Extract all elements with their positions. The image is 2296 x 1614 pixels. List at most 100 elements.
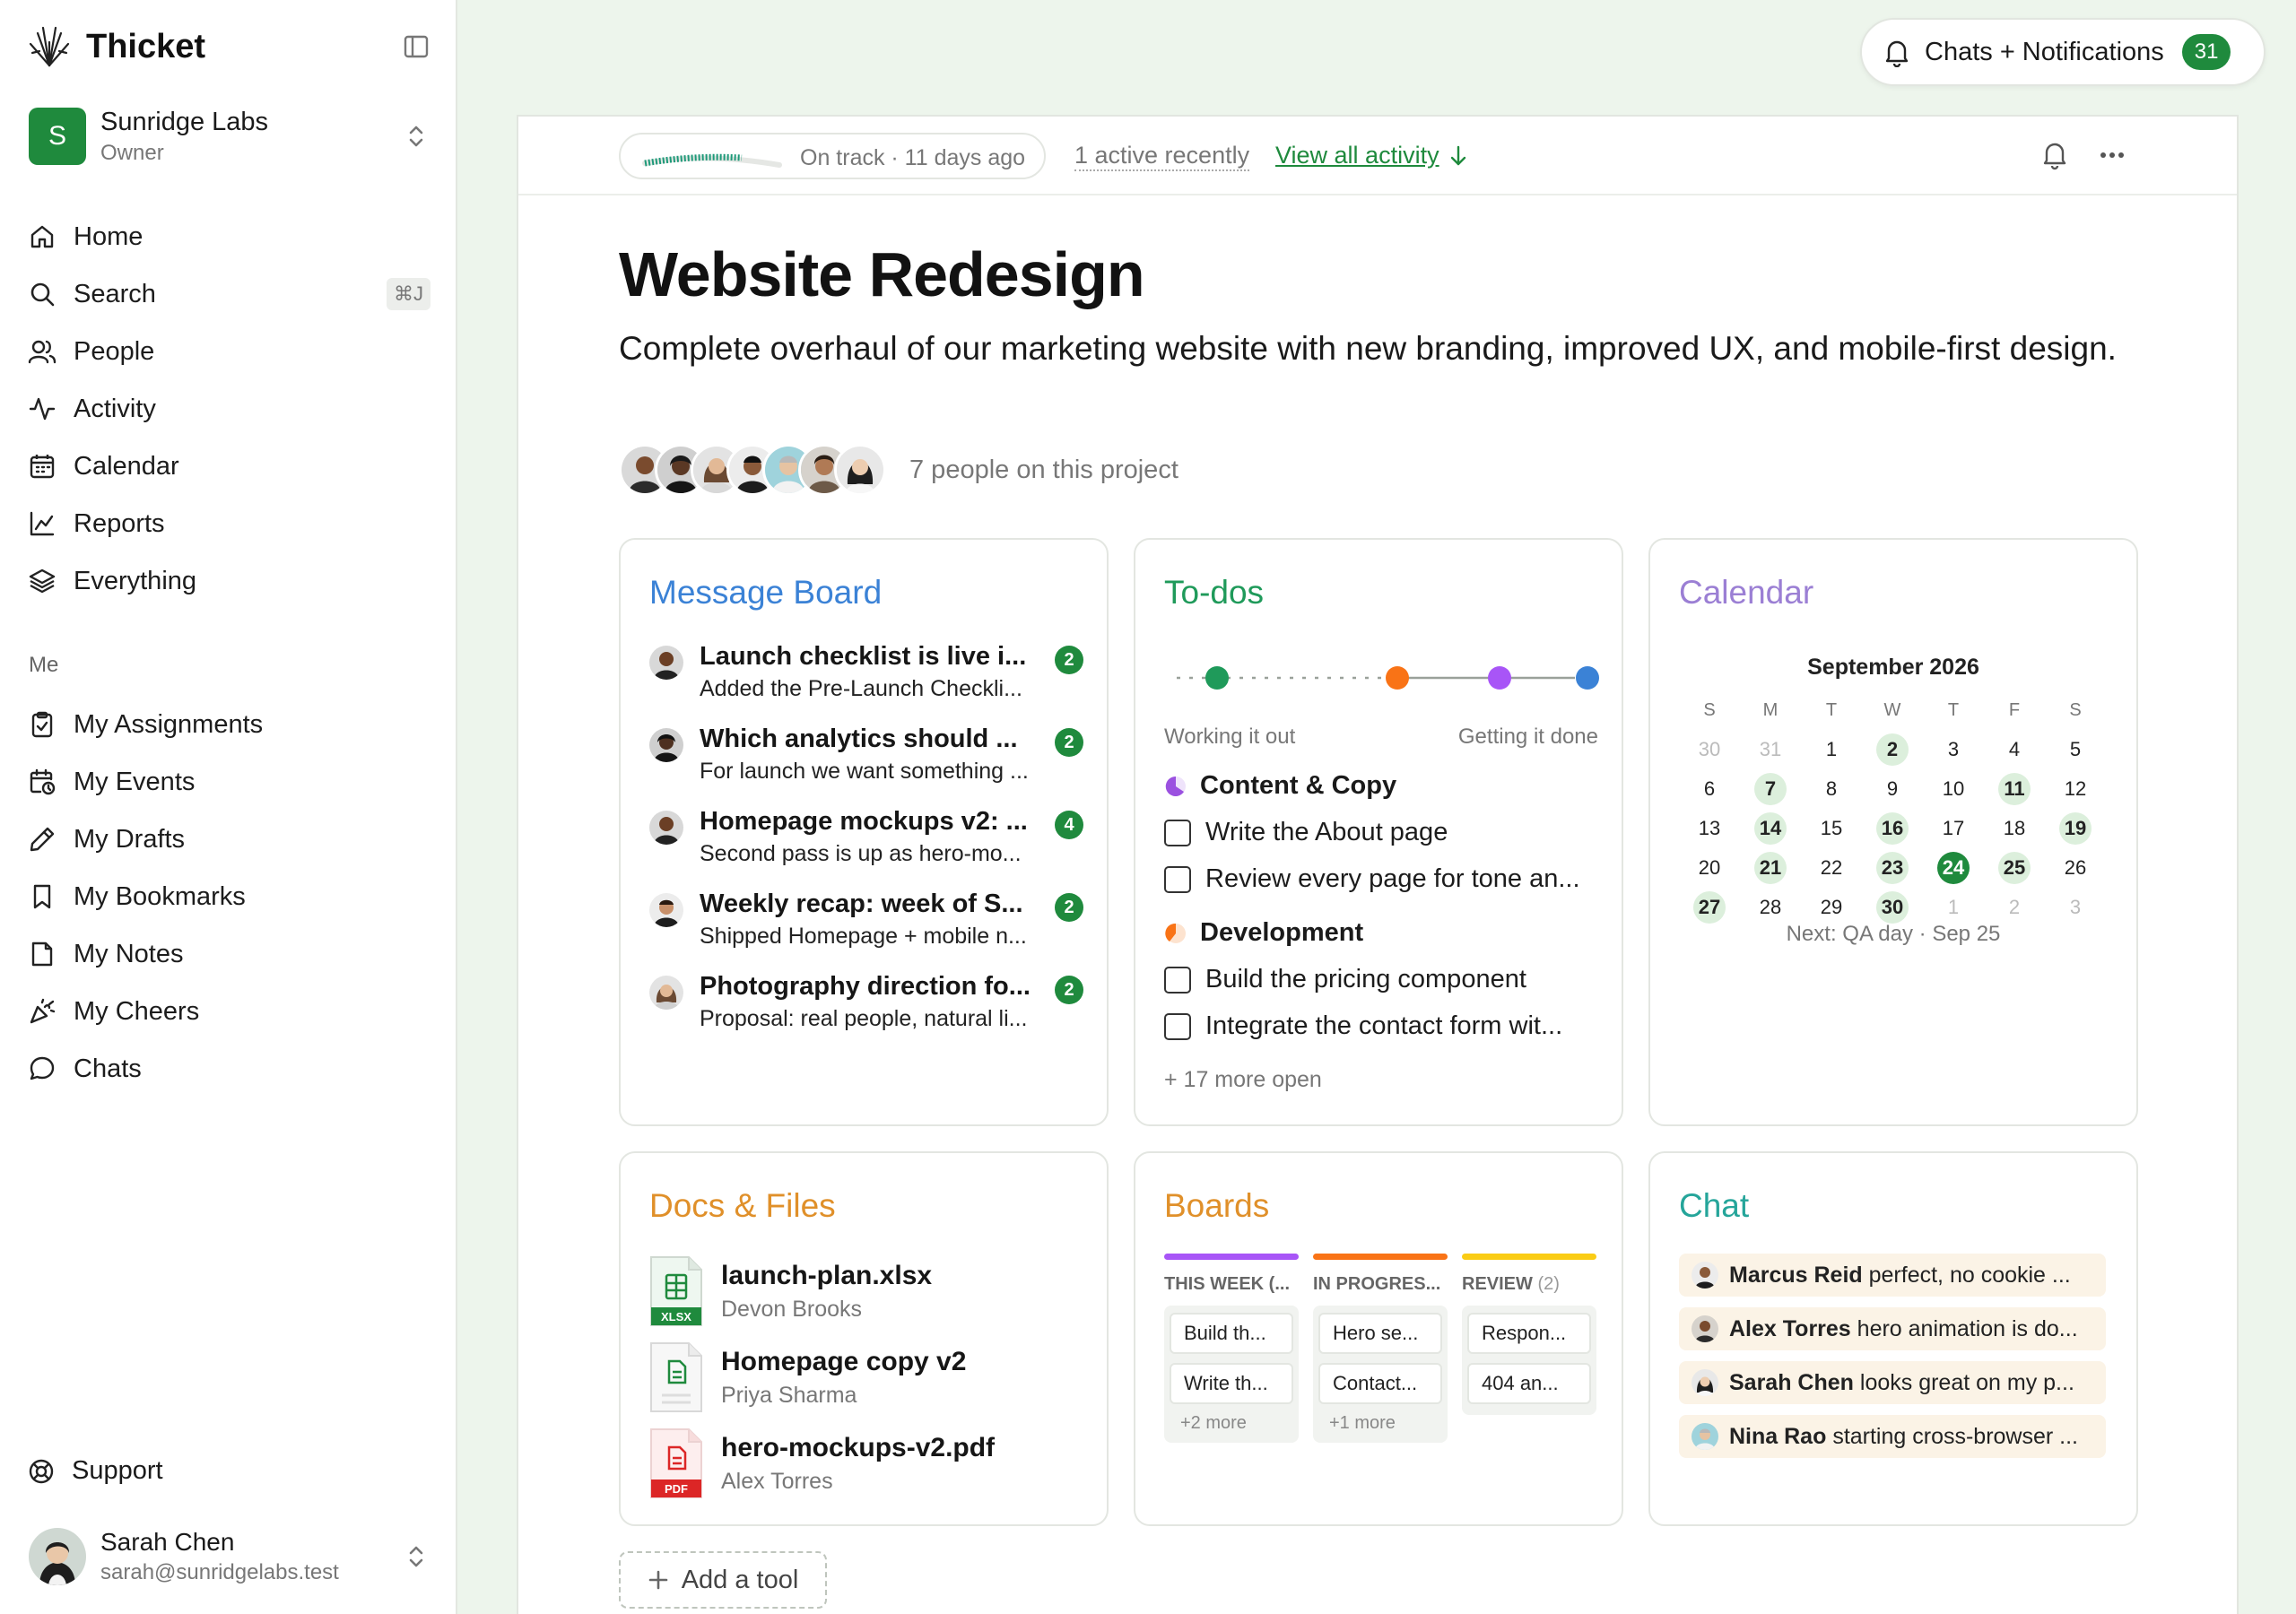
add-tool-button[interactable]: Add a tool (619, 1551, 827, 1609)
calendar-day[interactable]: 20 (1679, 852, 1740, 884)
todo-item[interactable]: Review every page for tone an... (1164, 864, 1604, 894)
board-card[interactable]: Respon... (1467, 1313, 1591, 1354)
file-item[interactable]: Homepage copy v2 Priya Sharma (649, 1341, 1083, 1419)
nav-activity[interactable]: Activity (27, 380, 430, 438)
chat-card[interactable]: Chat Marcus Reid perfect, no cookie ... … (1648, 1151, 2138, 1526)
hill-dot[interactable] (1205, 666, 1229, 690)
todo-checkbox[interactable] (1164, 819, 1191, 846)
board-column[interactable]: THIS WEEK (... Build th... Write th... +… (1164, 1254, 1299, 1443)
calendar-day[interactable]: 30 (1862, 891, 1923, 924)
project-people[interactable]: 7 people on this project (619, 441, 1178, 499)
view-all-activity-link[interactable]: View all activity (1275, 142, 1468, 169)
calendar-day[interactable]: 24 (1923, 852, 1984, 884)
calendar-day[interactable]: 19 (2045, 812, 2106, 845)
chat-line[interactable]: Nina Rao starting cross-browser ... (1679, 1415, 2106, 1458)
nav-my-events[interactable]: My Events (27, 753, 430, 811)
calendar-day[interactable]: 1 (1801, 733, 1862, 766)
nav-calendar[interactable]: Calendar (27, 438, 430, 495)
calendar-day[interactable]: 13 (1679, 812, 1740, 845)
calendar-day[interactable]: 11 (1984, 773, 2045, 805)
calendar-day[interactable]: 22 (1801, 852, 1862, 884)
nav-people[interactable]: People (27, 323, 430, 380)
message-board-card[interactable]: Message Board Launch checklist is live i… (619, 538, 1109, 1126)
calendar-day[interactable]: 27 (1679, 891, 1740, 924)
calendar-day[interactable]: 25 (1984, 852, 2045, 884)
board-card[interactable]: Contact... (1318, 1363, 1442, 1404)
hill-dot[interactable] (1488, 666, 1511, 690)
board-column[interactable]: REVIEW (2) Respon... 404 an... (1462, 1254, 1596, 1443)
bell-icon[interactable] (2039, 138, 2070, 170)
todo-checkbox[interactable] (1164, 966, 1191, 994)
calendar-day[interactable]: 15 (1801, 812, 1862, 845)
calendar-day[interactable]: 28 (1740, 891, 1801, 924)
calendar-card[interactable]: Calendar September 2026 S M T W T F S 30 31 1 2 3 4 5… (1648, 538, 2138, 1126)
calendar-day[interactable]: 30 (1679, 733, 1740, 766)
chat-line[interactable]: Marcus Reid perfect, no cookie ... (1679, 1254, 2106, 1297)
calendar-day[interactable]: 6 (1679, 773, 1740, 805)
boards-card[interactable]: Boards THIS WEEK (... Build th... Write … (1134, 1151, 1623, 1526)
nav-reports[interactable]: Reports (27, 495, 430, 552)
board-card[interactable]: Hero se... (1318, 1313, 1442, 1354)
more-options-icon[interactable] (2097, 142, 2127, 169)
calendar-day[interactable]: 14 (1740, 812, 1801, 845)
more-open-link[interactable]: + 17 more open (1164, 1067, 1322, 1093)
todo-item[interactable]: Build the pricing component (1164, 965, 1604, 994)
todo-group-header[interactable]: Development (1164, 918, 1363, 948)
calendar-day[interactable]: 10 (1923, 773, 1984, 805)
message-item[interactable]: Weekly recap: week of S... Shipped Homep… (649, 889, 1083, 958)
nav-my-assignments[interactable]: My Assignments (27, 696, 430, 753)
todo-checkbox[interactable] (1164, 1012, 1191, 1040)
calendar-day[interactable]: 2 (1862, 733, 1923, 766)
todo-item[interactable]: Integrate the contact form wit... (1164, 1011, 1604, 1041)
user-menu[interactable]: Sarah Chen sarah@sunridgelabs.test (29, 1524, 432, 1589)
calendar-day[interactable]: 12 (2045, 773, 2106, 805)
file-item[interactable]: XLSX launch-plan.xlsx Devon Brooks (649, 1255, 1083, 1332)
active-recently-link[interactable]: 1 active recently (1074, 142, 1250, 171)
board-card[interactable]: Build th... (1170, 1313, 1293, 1354)
nav-my-cheers[interactable]: My Cheers (27, 983, 430, 1040)
board-card[interactable]: 404 an... (1467, 1363, 1591, 1404)
sidebar-toggle-icon[interactable] (400, 30, 432, 63)
calendar-day[interactable]: 8 (1801, 773, 1862, 805)
calendar-day[interactable]: 18 (1984, 812, 2045, 845)
calendar-day[interactable]: 3 (2045, 891, 2106, 924)
nav-my-notes[interactable]: My Notes (27, 925, 430, 983)
calendar-day[interactable]: 9 (1862, 773, 1923, 805)
more-cards-link[interactable]: +2 more (1170, 1413, 1293, 1434)
hill-dot[interactable] (1576, 666, 1599, 690)
message-item[interactable]: Launch checklist is live i... Added the … (649, 642, 1083, 710)
support-link[interactable]: Support (27, 1456, 163, 1486)
todo-group-header[interactable]: Content & Copy (1164, 771, 1396, 801)
file-item[interactable]: PDF hero-mockups-v2.pdf Alex Torres (649, 1427, 1083, 1505)
project-status-pill[interactable]: On track · 11 days ago (619, 133, 1046, 179)
more-cards-link[interactable]: +1 more (1318, 1413, 1442, 1434)
chat-line[interactable]: Alex Torres hero animation is do... (1679, 1307, 2106, 1350)
nav-my-bookmarks[interactable]: My Bookmarks (27, 868, 430, 925)
message-item[interactable]: Which analytics should ... For launch we… (649, 725, 1083, 793)
calendar-day[interactable]: 1 (1923, 891, 1984, 924)
calendar-day[interactable]: 21 (1740, 852, 1801, 884)
calendar-day[interactable]: 17 (1923, 812, 1984, 845)
calendar-day[interactable]: 7 (1740, 773, 1801, 805)
chat-line[interactable]: Sarah Chen looks great on my p... (1679, 1361, 2106, 1404)
message-item[interactable]: Homepage mockups v2: ... Second pass is … (649, 807, 1083, 875)
todo-checkbox[interactable] (1164, 865, 1191, 893)
next-event-label[interactable]: Next: QA day · Sep 25 (1650, 922, 2136, 947)
todo-item[interactable]: Write the About page (1164, 818, 1604, 847)
calendar-day[interactable]: 31 (1740, 733, 1801, 766)
board-column[interactable]: IN PROGRES... Hero se... Contact... +1 m… (1313, 1254, 1448, 1443)
calendar-day[interactable]: 29 (1801, 891, 1862, 924)
brand[interactable]: Thicket (27, 23, 205, 70)
nav-everything[interactable]: Everything (27, 552, 430, 610)
nav-chats[interactable]: Chats (27, 1040, 430, 1098)
calendar-day[interactable]: 4 (1984, 733, 2045, 766)
chats-notifications-button[interactable]: Chats + Notifications 31 (1860, 18, 2266, 86)
calendar-day[interactable]: 5 (2045, 733, 2106, 766)
hill-chart[interactable] (1162, 660, 1602, 696)
calendar-day[interactable]: 2 (1984, 891, 2045, 924)
calendar-day[interactable]: 23 (1862, 852, 1923, 884)
calendar-day[interactable]: 3 (1923, 733, 1984, 766)
docs-files-card[interactable]: Docs & Files XLSX launch-plan.xlsx Devon… (619, 1151, 1109, 1526)
nav-home[interactable]: Home (27, 208, 430, 265)
board-card[interactable]: Write th... (1170, 1363, 1293, 1404)
